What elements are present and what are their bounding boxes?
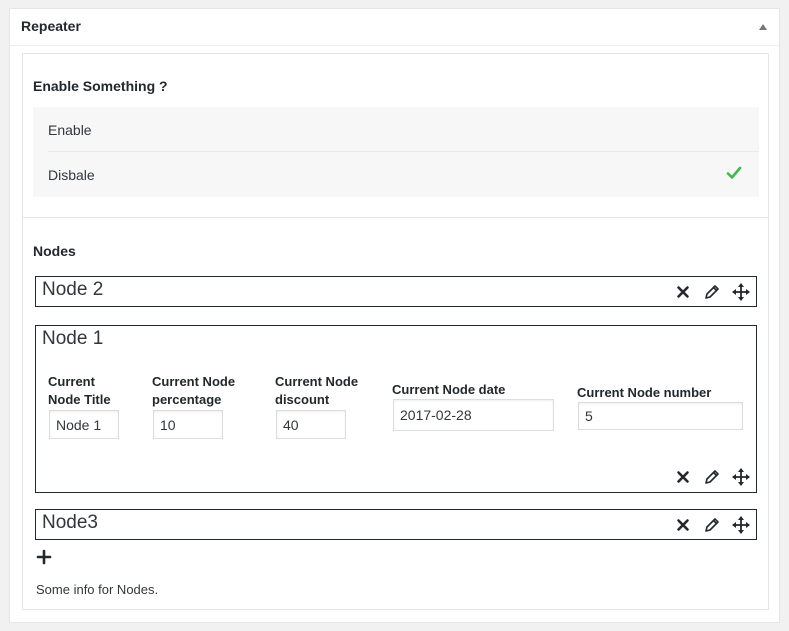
node-percentage-input[interactable] [153,410,223,439]
close-icon[interactable] [673,515,693,535]
section-divider [23,217,768,218]
label-line: discount [275,392,330,407]
metabox-inner: Enable Something ? Enable Disbale Nodes … [22,53,769,610]
label-line: Current [48,374,95,389]
option-enable[interactable]: Enable [33,107,759,152]
node-title: Node 1 [42,328,104,349]
node-actions [673,515,751,535]
node-item-node-1[interactable]: Node 1 Current Node Title Current Node p… [35,325,757,493]
enable-options: Enable Disbale [33,107,759,197]
node-number-label: Current Node number [577,385,712,400]
enable-field-label: Enable Something ? [33,78,168,94]
repeater-metabox: Repeater Enable Something ? Enable Disba… [9,8,780,623]
pencil-icon[interactable] [702,515,722,535]
label-line: Node Title [48,392,111,407]
node-title-label: Current Node Title [48,373,111,409]
close-icon[interactable] [673,467,693,487]
pencil-icon[interactable] [702,467,722,487]
node-date-input[interactable] [393,399,554,431]
label-line: Current Node [275,374,359,389]
node-actions [673,467,751,487]
nodes-info-text: Some info for Nodes. [36,582,159,597]
node-title: Node 2 [42,279,104,300]
node-date-label: Current Node date [392,382,506,397]
label-line: Current Node [152,374,236,389]
close-icon[interactable] [673,282,693,302]
node-number-input[interactable] [578,402,743,430]
checkmark-icon [726,166,742,179]
option-disable[interactable]: Disbale [33,152,759,196]
node-title: Node3 [42,512,98,533]
move-icon[interactable] [731,467,751,487]
node-percentage-label: Current Node percentage [152,373,235,409]
node-item-node3[interactable]: Node3 [35,509,757,540]
option-enable-label: Enable [48,122,92,138]
label-line: percentage [152,392,222,407]
node-item-node-2[interactable]: Node 2 [35,276,757,307]
metabox-title: Repeater [21,18,81,34]
node-discount-input[interactable] [276,410,346,439]
pencil-icon[interactable] [702,282,722,302]
toggle-arrow-icon[interactable] [759,24,767,30]
metabox-header[interactable]: Repeater [10,9,779,46]
node-discount-label: Current Node discount [275,373,358,409]
node-actions [673,282,751,302]
move-icon[interactable] [731,515,751,535]
nodes-field-label: Nodes [33,243,76,259]
add-node-plus-icon[interactable] [36,549,52,565]
option-disable-label: Disbale [48,167,95,183]
node-title-input[interactable] [49,410,119,439]
move-icon[interactable] [731,282,751,302]
